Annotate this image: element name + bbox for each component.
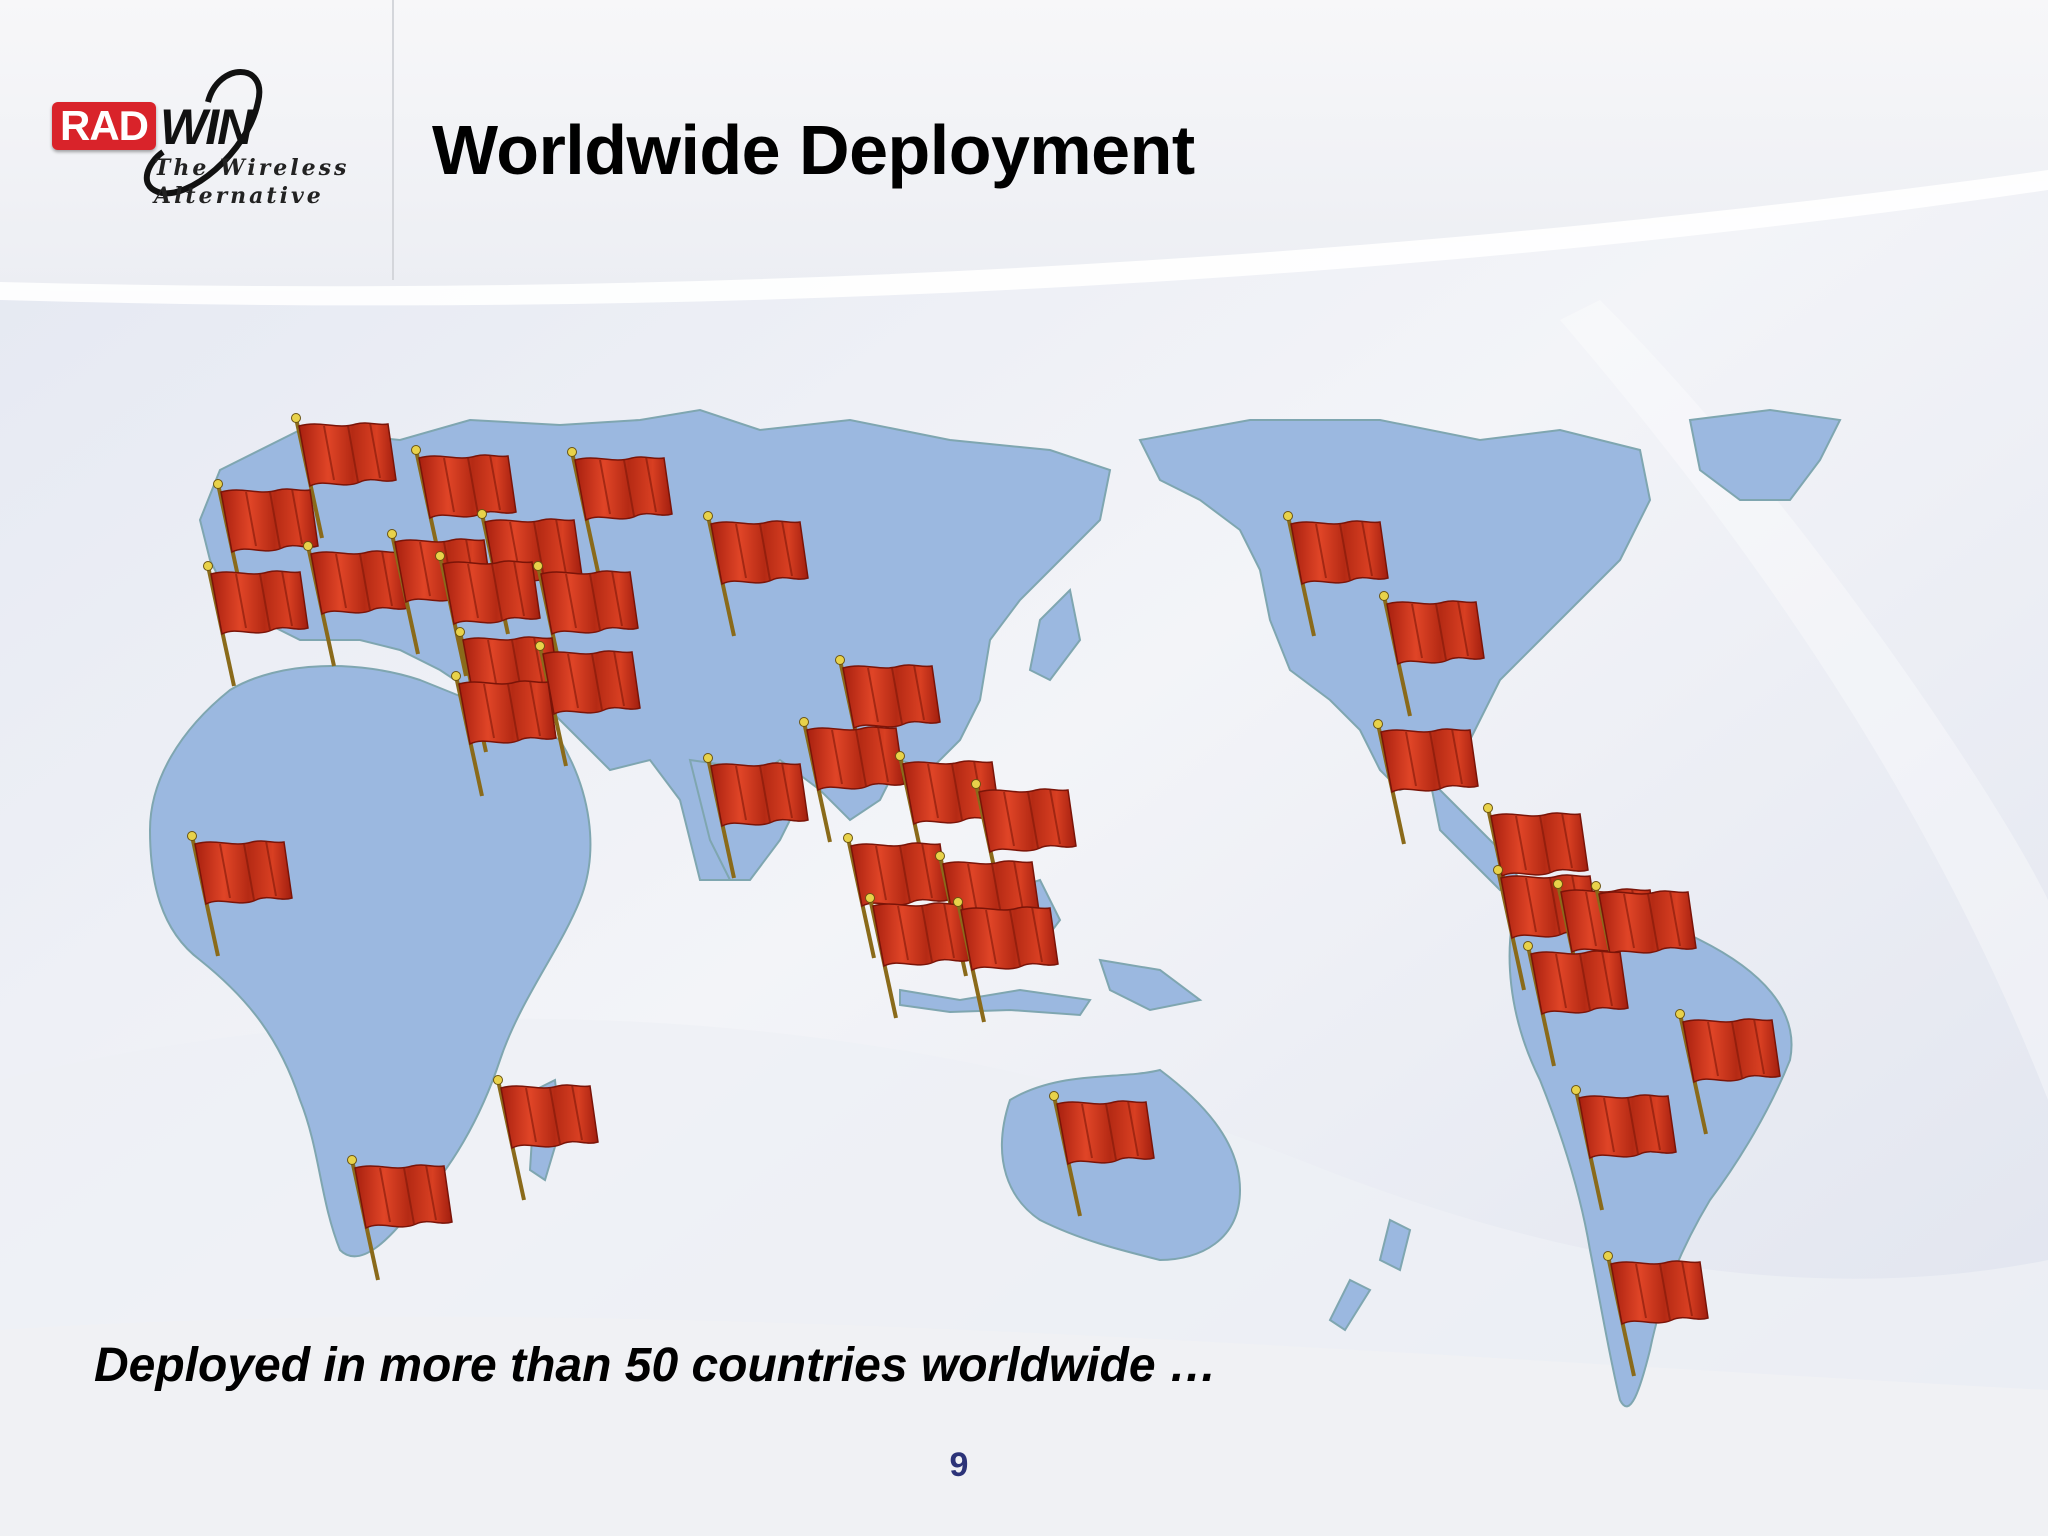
flag-marker (345, 1153, 454, 1282)
land-greenland (1688, 408, 1842, 501)
page-number: 9 (949, 1446, 969, 1484)
flag-marker (797, 715, 906, 844)
land-new-guinea (1098, 958, 1203, 1012)
flag-marker (201, 559, 310, 688)
slide: RAD WIN The Wireless Alternative Worldwi… (0, 0, 2048, 1536)
flag-marker (491, 1073, 600, 1202)
land-indonesia (899, 988, 1092, 1017)
world-map (148, 408, 1842, 1408)
caption: Deployed in more than 50 countries world… (94, 1339, 1217, 1392)
land-australia (1001, 1068, 1242, 1262)
land-new-zealand (1328, 1218, 1412, 1332)
land-japan (1028, 587, 1082, 682)
